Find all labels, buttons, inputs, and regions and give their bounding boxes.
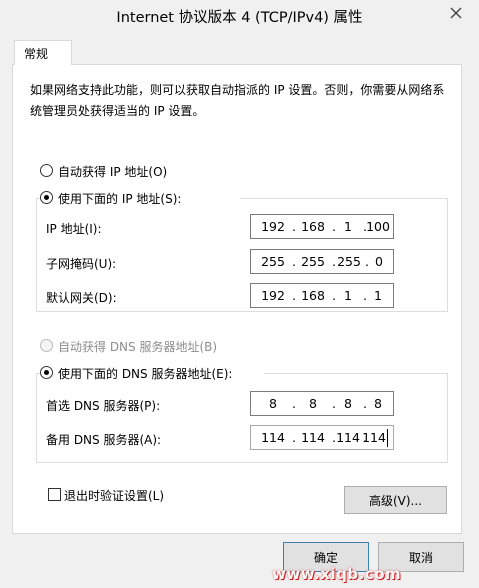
gateway-input[interactable]: 192 . 168 . 1 . 1 <box>250 283 394 308</box>
dns-manual-label: 使用下面的 DNS 服务器地址(E): <box>58 367 233 381</box>
dns-manual-radio[interactable] <box>40 366 53 379</box>
gateway-label: 默认网关(D): <box>46 291 117 305</box>
validate-on-exit-label: 退出时验证设置(L) <box>64 489 165 503</box>
ip-octet: 1 <box>374 288 382 303</box>
ip-address-input[interactable]: 192 . 168 . 1 . 100 <box>250 214 394 239</box>
close-button[interactable] <box>440 0 472 26</box>
ip-octet: 192 <box>261 219 285 234</box>
ip-octet: 8 <box>374 396 382 411</box>
preferred-dns-input[interactable]: 8 . 8 . 8 . 8 <box>250 391 394 416</box>
ip-auto-label: 自动获得 IP 地址(O) <box>58 165 168 179</box>
validate-on-exit-checkbox[interactable] <box>48 488 61 501</box>
subnet-mask-input[interactable]: 255 . 255 . 255 . 0 <box>250 249 394 274</box>
ip-octet: 255 <box>261 254 285 269</box>
dns-auto-radio[interactable] <box>40 339 53 352</box>
description-text: 如果网络支持此功能，则可以获取自动指派的 IP 设置。否则，你需要从网络系统管理… <box>30 83 445 118</box>
ip-octet: 114 <box>336 430 360 445</box>
ip-address-label: IP 地址(I): <box>46 222 102 236</box>
ip-octet: 100 <box>366 219 390 234</box>
watermark-logo: www.xiqb.com <box>272 565 402 583</box>
tab-general[interactable]: 常规 <box>14 40 72 65</box>
preferred-dns-label: 首选 DNS 服务器(P): <box>46 399 161 413</box>
alternate-dns-input[interactable]: 114 . 114 . 114 . 114 <box>250 425 394 450</box>
ip-manual-radio[interactable] <box>40 191 53 204</box>
title-bar: Internet 协议版本 4 (TCP/IPv4) 属性 <box>0 0 479 33</box>
ip-manual-option[interactable]: 使用下面的 IP 地址(S): <box>40 190 240 206</box>
ip-octet: 8 <box>309 396 317 411</box>
ip-octet: 114 <box>261 430 285 445</box>
ip-octet: 168 <box>301 219 325 234</box>
ip-manual-label: 使用下面的 IP 地址(S): <box>58 192 182 206</box>
ip-octet: 1 <box>344 288 352 303</box>
ip-octet: 8 <box>344 396 352 411</box>
ip-octet: 1 <box>344 219 352 234</box>
ip-octet: 255 <box>301 254 325 269</box>
dns-manual-option[interactable]: 使用下面的 DNS 服务器地址(E): <box>40 365 264 381</box>
advanced-button[interactable]: 高级(V)... <box>344 486 447 514</box>
close-icon <box>450 7 462 19</box>
subnet-mask-label: 子网掩码(U): <box>46 257 117 271</box>
ip-octet: 168 <box>301 288 325 303</box>
ip-auto-radio[interactable] <box>40 164 53 177</box>
dns-auto-label: 自动获得 DNS 服务器地址(B) <box>58 340 218 354</box>
ip-octet: 114 <box>362 430 386 445</box>
window-title: Internet 协议版本 4 (TCP/IPv4) 属性 <box>116 10 363 26</box>
ip-octet: 8 <box>269 396 277 411</box>
ip-octet: 114 <box>301 430 325 445</box>
ip-octet: 0 <box>375 254 383 269</box>
ip-octet: 255 <box>337 254 361 269</box>
text-caret <box>387 429 388 447</box>
alternate-dns-label: 备用 DNS 服务器(A): <box>46 433 162 447</box>
ip-octet: 192 <box>261 288 285 303</box>
